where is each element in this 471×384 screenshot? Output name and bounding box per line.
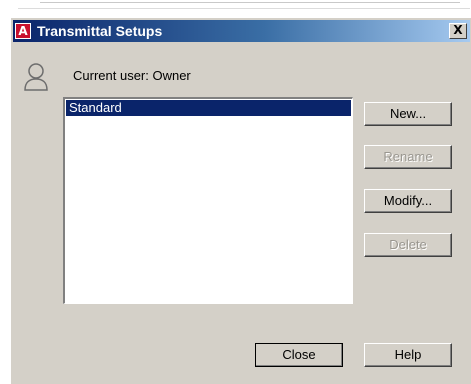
setups-list[interactable]: Standard xyxy=(63,97,353,304)
new-button[interactable]: New... xyxy=(364,102,452,126)
modify-button[interactable]: Modify... xyxy=(364,189,452,213)
background-line xyxy=(40,2,460,3)
rename-button[interactable]: Rename xyxy=(364,145,452,169)
current-user-label: Current user: Owner xyxy=(73,68,191,83)
close-window-button[interactable]: X xyxy=(449,23,467,39)
delete-button[interactable]: Delete xyxy=(364,233,452,257)
help-button[interactable]: Help xyxy=(364,343,452,367)
background-line xyxy=(18,8,470,9)
title-bar[interactable]: A Transmittal Setups X xyxy=(13,20,470,42)
close-button[interactable]: Close xyxy=(255,343,343,367)
window-title: Transmittal Setups xyxy=(37,23,163,39)
autocad-app-icon: A xyxy=(15,23,31,39)
transmittal-setups-dialog: A Transmittal Setups X Current user: Own… xyxy=(10,17,471,384)
user-icon xyxy=(24,63,48,91)
list-item-standard[interactable]: Standard xyxy=(66,100,351,116)
